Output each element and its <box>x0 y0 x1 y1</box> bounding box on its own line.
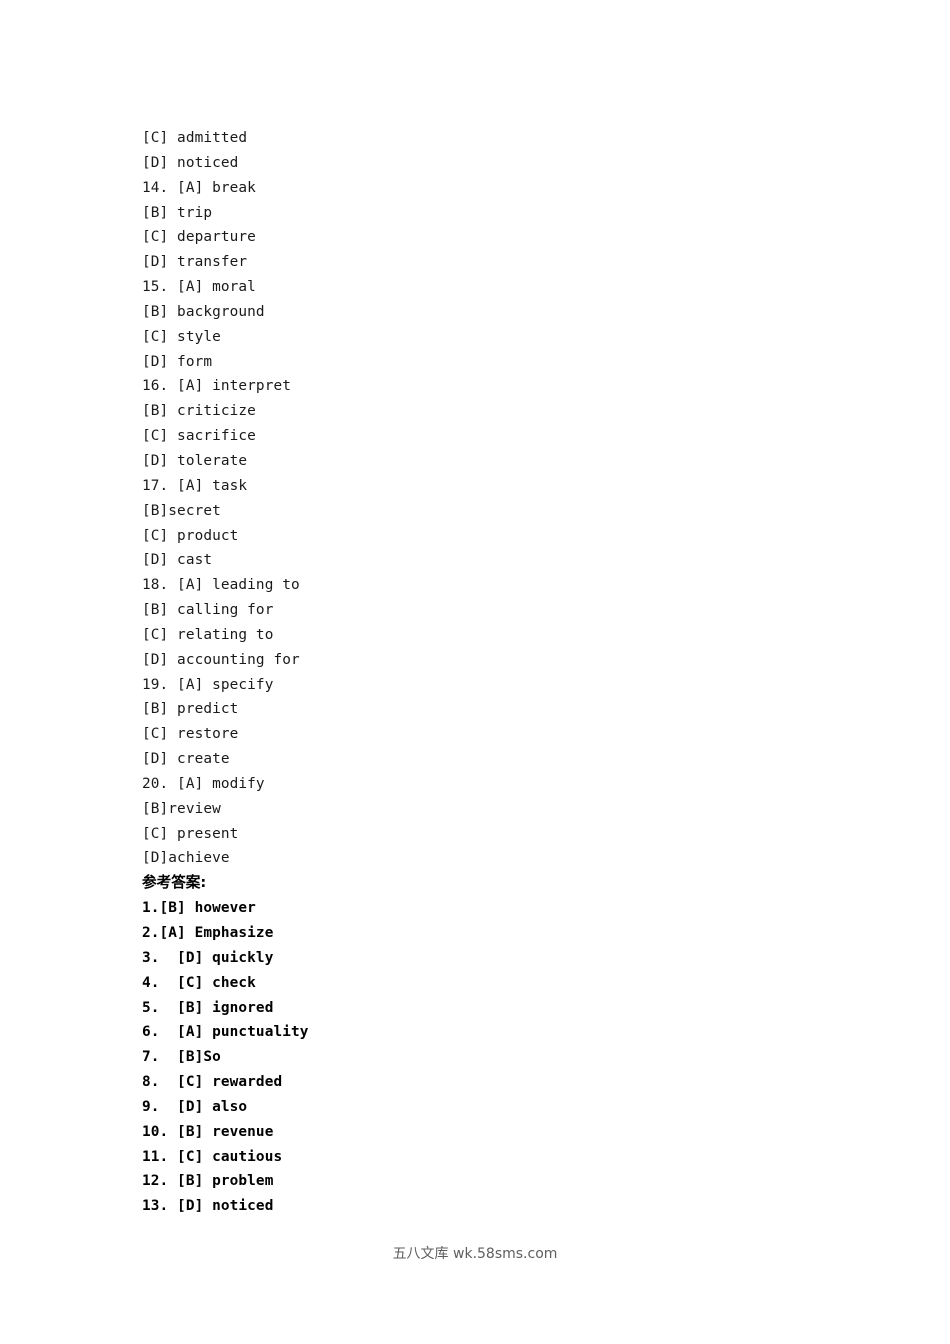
option-line: [C] relating to <box>142 626 274 643</box>
answer-line: 8. [C] rewarded <box>142 1074 283 1091</box>
option-line: [D] form <box>142 353 213 370</box>
answer-line: 9. [D] also <box>142 1098 248 1115</box>
option-line: [B] criticize <box>142 403 256 420</box>
option-line: [D]achieve <box>142 850 230 867</box>
answer-line: 10. [B] revenue <box>142 1123 274 1140</box>
answer-line: 5. [B] ignored <box>142 999 274 1016</box>
option-line: 16. [A] interpret <box>142 378 291 395</box>
watermark-text: 五八文库 wk.58sms.com <box>392 1246 558 1262</box>
answers-block: 1.[B] however 2.[A] Emphasize 3. [D] qui… <box>142 896 842 1219</box>
option-line: [B]review <box>142 800 221 817</box>
option-line: 14. [A] break <box>142 179 256 196</box>
option-line: [D] tolerate <box>142 452 248 469</box>
option-line: [C] restore <box>142 726 239 743</box>
answer-line: 6. [A] punctuality <box>142 1024 309 1041</box>
option-line: [C] style <box>142 328 221 345</box>
answer-line: 1.[B] however <box>142 900 256 917</box>
option-line: [C] product <box>142 527 239 544</box>
options-block: [C] admitted [D] noticed 14. [A] break [… <box>142 126 842 871</box>
answer-line: 3. [D] quickly <box>142 949 274 966</box>
option-line: 18. [A] leading to <box>142 577 300 594</box>
option-line: [D] noticed <box>142 154 239 171</box>
option-line: [D] create <box>142 751 230 768</box>
option-line: [B] background <box>142 303 265 320</box>
option-line: [D] accounting for <box>142 651 300 668</box>
option-line: [D] cast <box>142 552 213 569</box>
option-line: [C] sacrifice <box>142 428 256 445</box>
option-line: 19. [A] specify <box>142 676 274 693</box>
option-line: 15. [A] moral <box>142 279 256 296</box>
option-line: [B]secret <box>142 502 221 519</box>
option-line: 17. [A] task <box>142 477 248 494</box>
answer-line: 2.[A] Emphasize <box>142 925 274 941</box>
option-line: 20. [A] modify <box>142 775 265 792</box>
option-line: [C] admitted <box>142 130 248 146</box>
option-line: [B] predict <box>142 701 239 718</box>
answer-line: 7. [B]So <box>142 1049 221 1066</box>
option-line: [D] transfer <box>142 254 248 271</box>
option-line: [B] trip <box>142 204 213 221</box>
document-content: [C] admitted [D] noticed 14. [A] break [… <box>142 126 842 1219</box>
option-line: [B] calling for <box>142 602 274 619</box>
answer-line: 12. [B] problem <box>142 1173 274 1190</box>
answer-line: 13. [D] noticed <box>142 1198 274 1215</box>
answers-heading: 参考答案: <box>142 874 207 892</box>
answer-line: 11. [C] cautious <box>142 1148 283 1165</box>
option-line: [C] present <box>142 825 239 842</box>
option-line: [C] departure <box>142 229 256 246</box>
answer-line: 4. [C] check <box>142 974 256 991</box>
document-page: [C] admitted [D] noticed 14. [A] break [… <box>0 0 950 1344</box>
